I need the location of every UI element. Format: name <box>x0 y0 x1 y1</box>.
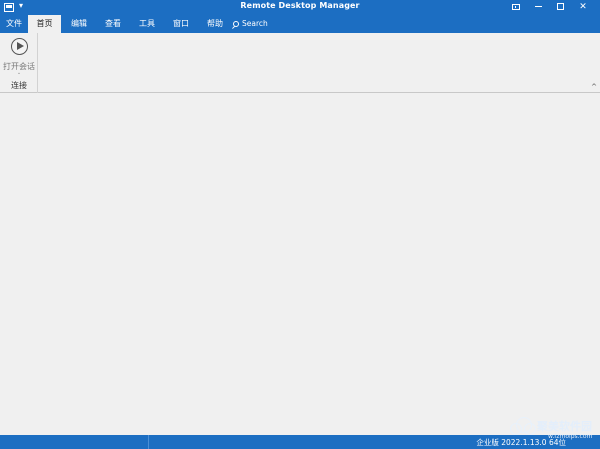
ribbon-tab-bar: 文件 首页 编辑 查看 工具 窗口 帮助 Search <box>0 15 600 34</box>
restore-icon <box>512 3 520 10</box>
minimize-button[interactable] <box>527 0 549 15</box>
status-divider <box>148 435 149 449</box>
search-label: Search <box>242 19 268 28</box>
maximize-icon <box>556 3 564 10</box>
title-bar: ▾ Remote Desktop Manager ✕ <box>0 0 600 15</box>
minimize-icon <box>534 6 542 7</box>
ribbon-group-label: 连接 <box>11 81 27 90</box>
tab-help[interactable]: 帮助 <box>200 15 230 33</box>
watermark-logo: 聚美软件园 w.fzmoips.com <box>508 413 600 449</box>
search-box[interactable]: Search <box>233 15 268 33</box>
watermark-url: w.fzmoips.com <box>548 433 593 440</box>
tab-home[interactable]: 首页 <box>28 15 61 34</box>
watermark-title: 聚美软件园 <box>537 420 592 433</box>
close-icon: ✕ <box>579 2 587 12</box>
collapse-ribbon-icon[interactable]: ^ <box>591 83 597 91</box>
maximize-button[interactable] <box>549 0 571 15</box>
open-session-button[interactable]: 打开会话 ⌄ <box>1 35 37 77</box>
chevron-down-icon[interactable]: ⌄ <box>1 70 37 76</box>
play-icon <box>11 38 28 55</box>
tab-file[interactable]: 文件 <box>0 15 28 33</box>
main-content-area <box>0 94 600 435</box>
tab-window[interactable]: 窗口 <box>166 15 196 33</box>
tab-edit[interactable]: 编辑 <box>64 15 94 33</box>
close-button[interactable]: ✕ <box>572 0 594 15</box>
cloud-icon <box>508 415 538 437</box>
ribbon-group-connect: 打开会话 ⌄ 连接 <box>0 33 38 93</box>
ribbon-panel: 打开会话 ⌄ 连接 ^ <box>0 33 600 93</box>
tab-tools[interactable]: 工具 <box>132 15 162 33</box>
search-icon <box>233 21 239 27</box>
tab-view[interactable]: 查看 <box>98 15 128 33</box>
restore-window-button[interactable] <box>505 0 527 15</box>
